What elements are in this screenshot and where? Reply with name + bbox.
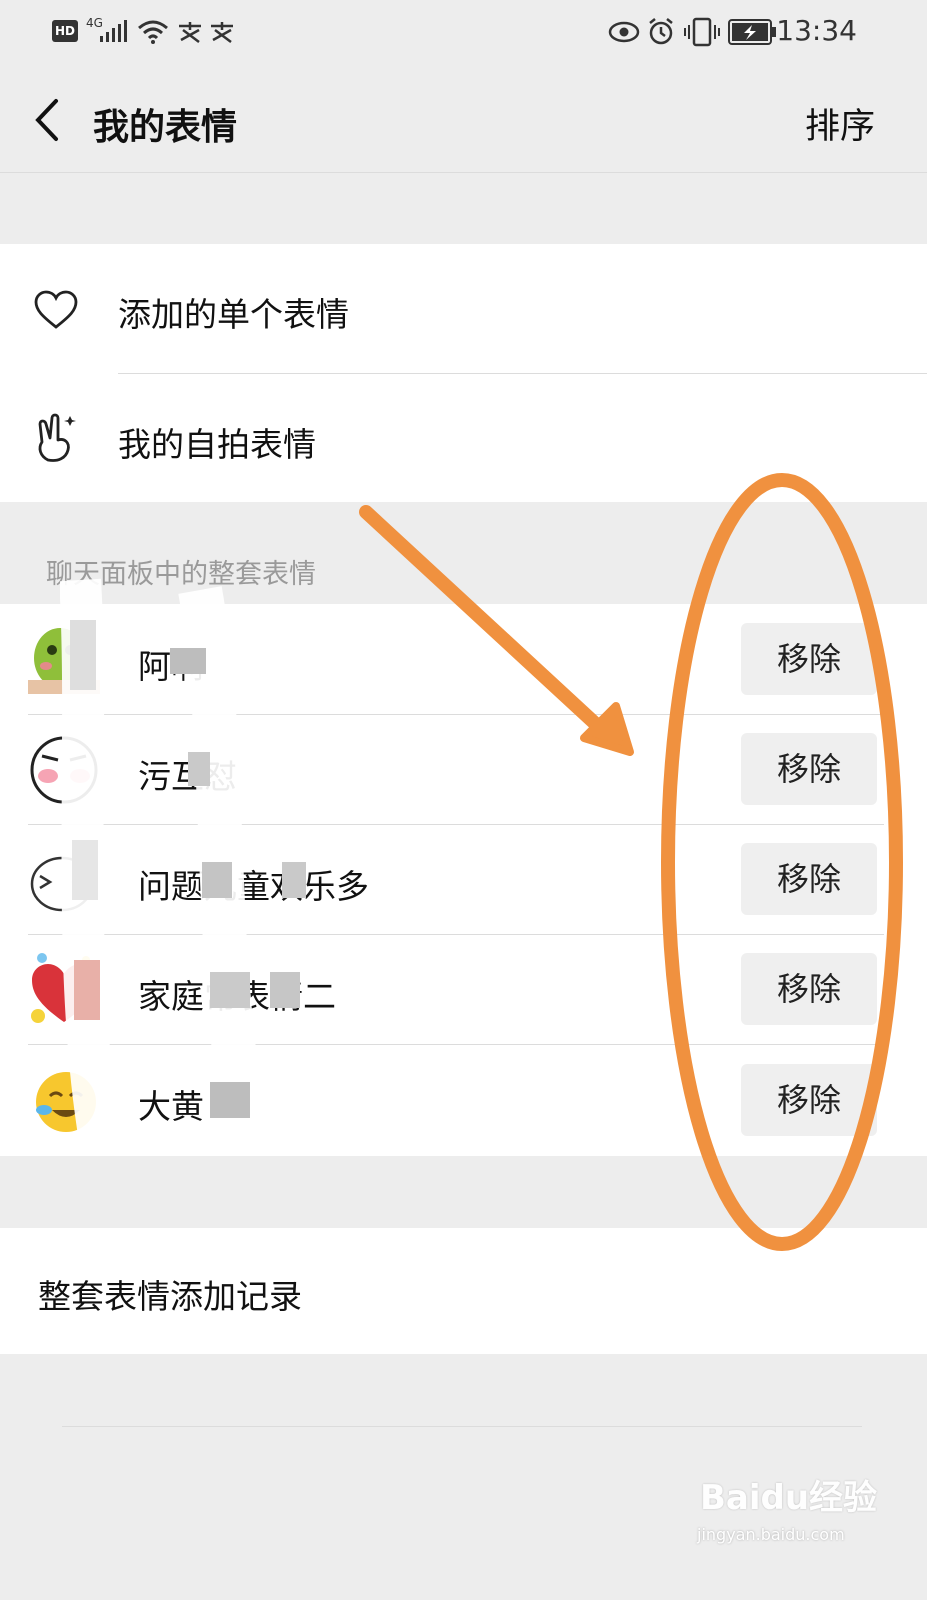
watermark-url: jingyan.baidu.com bbox=[697, 1525, 845, 1544]
annotation-overlay bbox=[359, 473, 903, 1251]
watermark-logo: Baidu经验 bbox=[700, 1478, 878, 1518]
